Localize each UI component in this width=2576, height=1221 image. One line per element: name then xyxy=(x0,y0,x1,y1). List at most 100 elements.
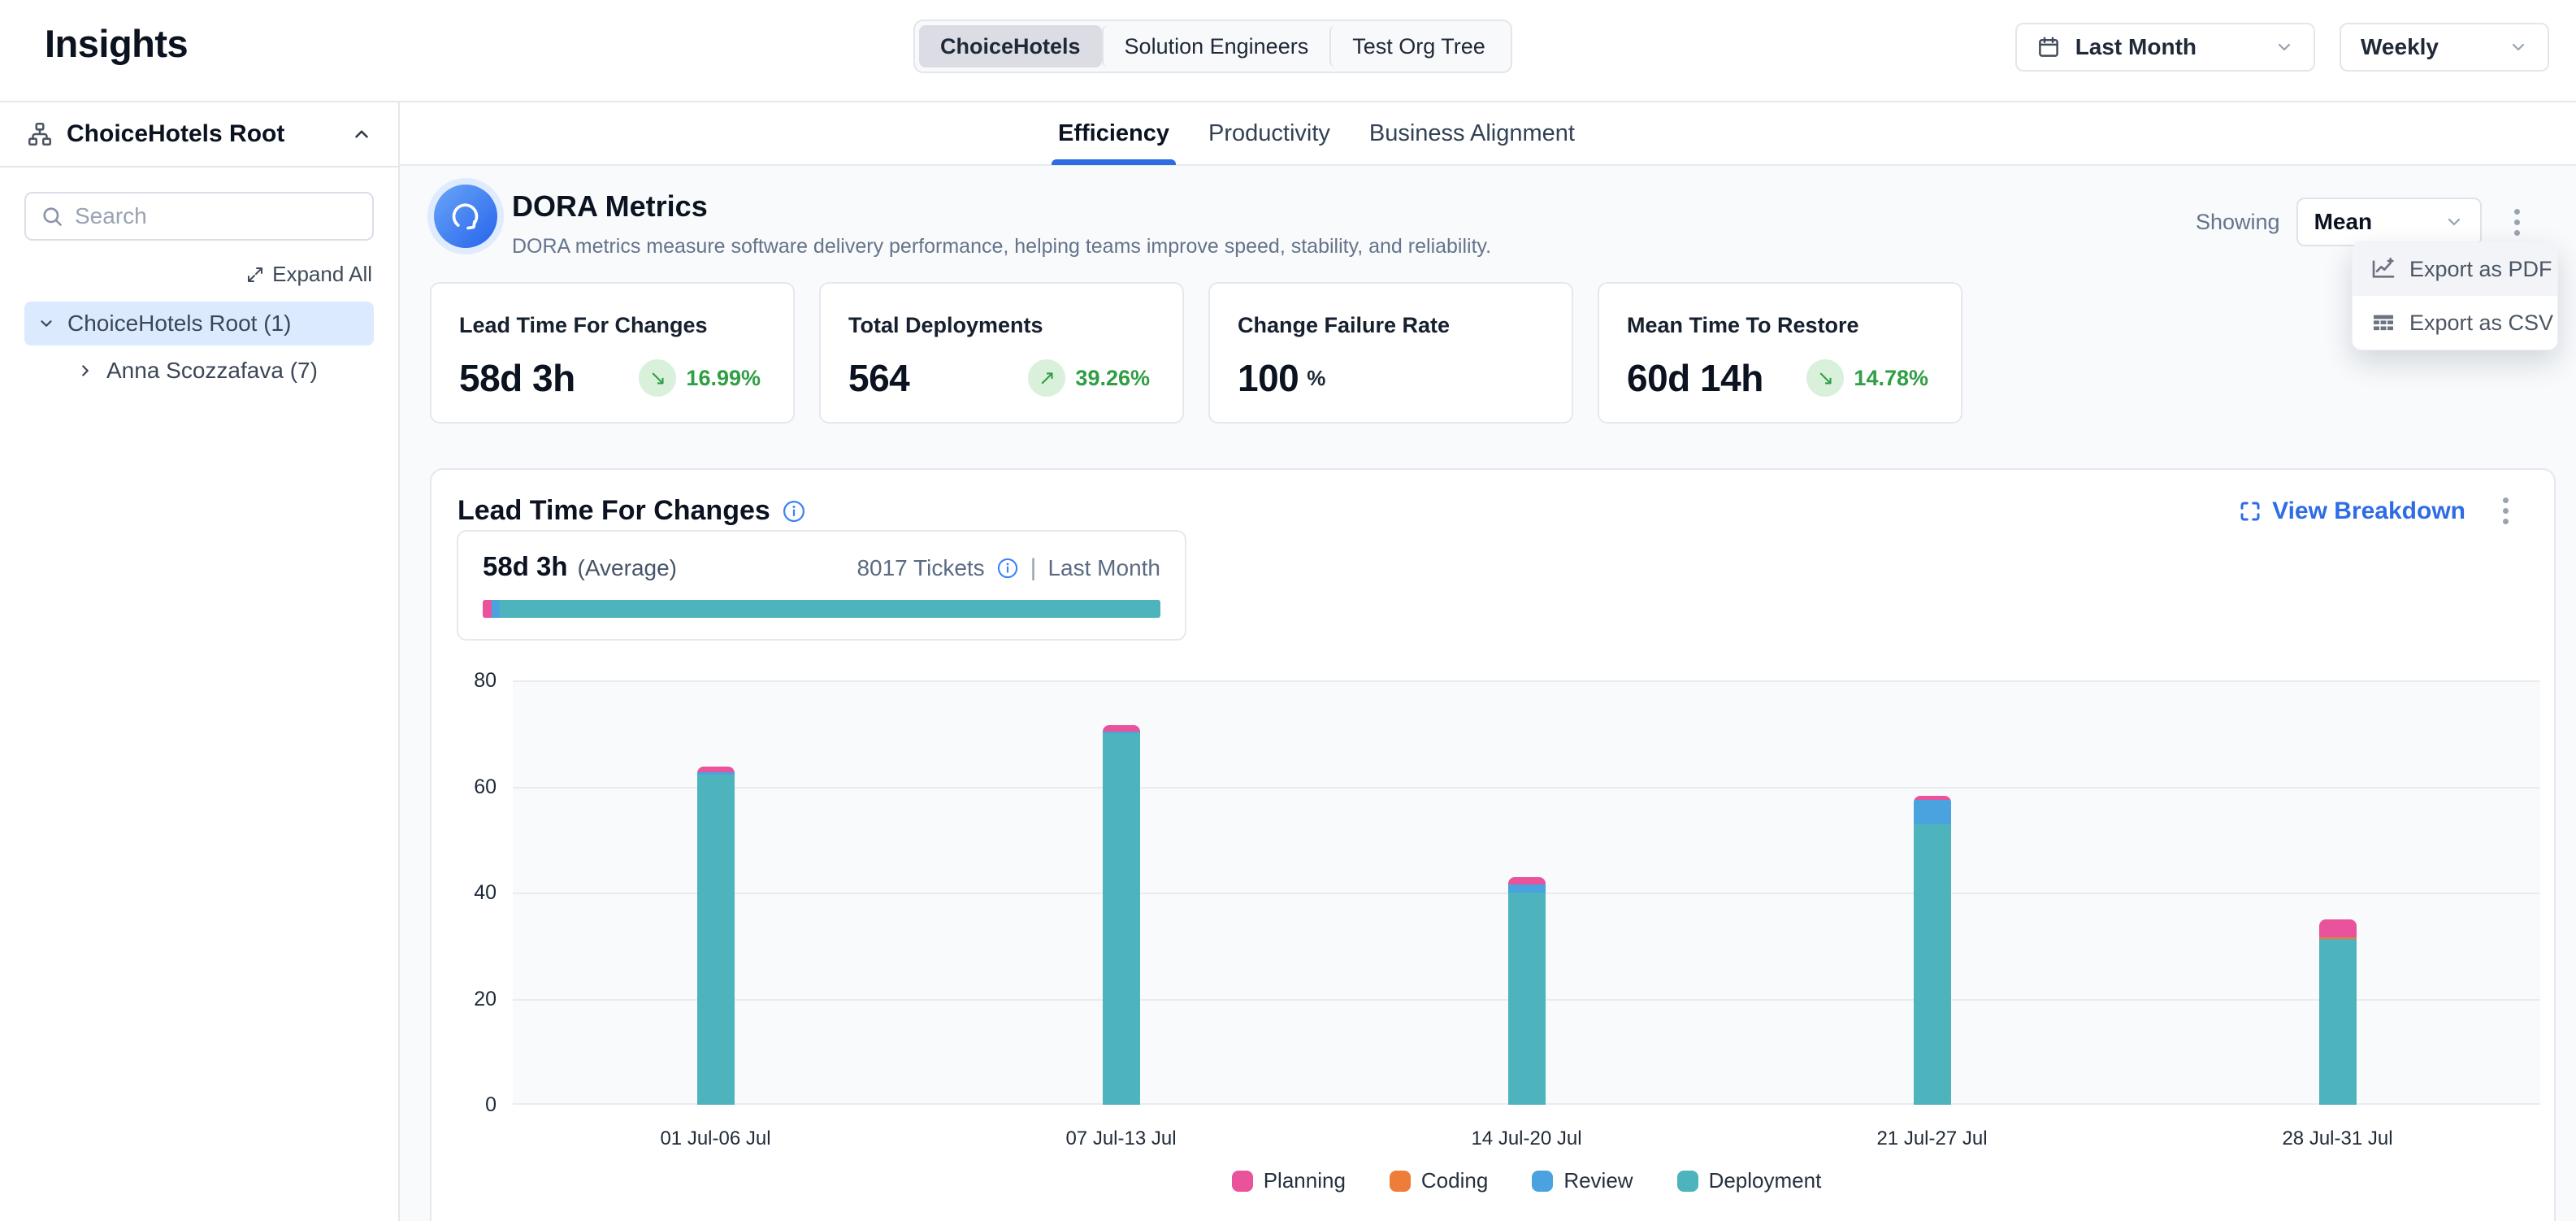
legend-label: Deployment xyxy=(1709,1168,1822,1193)
menu-item-export-as-pdf[interactable]: Export as PDF xyxy=(2353,242,2557,296)
lead-time-section: Lead Time For Changes View Breakdown 58d… xyxy=(430,468,2556,1221)
view-breakdown-button[interactable]: View Breakdown xyxy=(2238,498,2465,525)
metric-cards-row: Lead Time For Changes 58d 3h ↘ 16.99% Total … xyxy=(430,282,1962,424)
trend-down-arrow-icon: ↘ xyxy=(639,359,676,397)
x-axis-tick-label: 07 Jul-13 Jul xyxy=(991,1128,1251,1150)
legend-label: Review xyxy=(1563,1168,1633,1193)
legend-item-planning[interactable]: Planning xyxy=(1232,1168,1346,1193)
divider: | xyxy=(1030,554,1037,582)
x-axis-tick-label: 01 Jul-06 Jul xyxy=(586,1128,846,1150)
distribution-segment-deployment xyxy=(500,600,1160,618)
bar-segment-review xyxy=(1914,800,1951,825)
expand-all-icon xyxy=(245,265,265,285)
view-tabs: Efficiency Productivity Business Alignment xyxy=(400,102,2576,166)
legend-swatch xyxy=(1232,1171,1253,1192)
granularity-dropdown[interactable]: Weekly xyxy=(2340,23,2549,72)
average-summary-card: 58d 3h (Average) 8017 Tickets | Last Mon… xyxy=(457,530,1186,641)
dora-kebab-menu-button[interactable] xyxy=(2508,202,2526,242)
trend-percentage: 39.26% xyxy=(1075,366,1150,391)
metric-card-title: Change Failure Rate xyxy=(1238,313,1544,338)
menu-item-label: Export as CSV xyxy=(2409,311,2553,336)
legend-item-deployment[interactable]: Deployment xyxy=(1677,1168,1822,1193)
search-input[interactable] xyxy=(75,203,358,229)
page-title: Insights xyxy=(45,21,188,66)
bar-01-jul-06-jul[interactable] xyxy=(697,767,735,1105)
legend-item-review[interactable]: Review xyxy=(1532,1168,1633,1193)
metric-card-change-failure-rate: Change Failure Rate 100% xyxy=(1208,282,1573,424)
menu-item-export-as-csv[interactable]: Export as CSV xyxy=(2353,296,2557,350)
bar-segment-planning xyxy=(1103,725,1140,732)
trend-percentage: 16.99% xyxy=(686,366,761,391)
expand-all-label: Expand All xyxy=(272,262,372,287)
bar-segment-deployment xyxy=(1914,824,1951,1105)
top-bar: Insights ChoiceHotelsSolution EngineersT… xyxy=(0,0,2576,102)
metric-card-unit: % xyxy=(1307,366,1325,391)
granularity-value: Weekly xyxy=(2361,34,2439,60)
org-tree-sidebar: ChoiceHotels Root Expand All ChoiceHotel… xyxy=(0,102,400,1221)
chevron-down-icon[interactable] xyxy=(37,315,55,332)
section-title: Lead Time For Changes xyxy=(458,495,770,527)
insights-app: Insights ChoiceHotelsSolution EngineersT… xyxy=(0,0,2576,1221)
bar-14-jul-20-jul[interactable] xyxy=(1508,877,1546,1105)
metric-card-value-row: 58d 3h ↘ 16.99% xyxy=(459,356,765,400)
metric-card-value: 60d 14h xyxy=(1627,356,1763,400)
y-axis-tick-label: 40 xyxy=(432,880,497,905)
dora-description: DORA metrics measure software delivery p… xyxy=(512,235,1491,259)
tree-node-anna-scozzafava-7-[interactable]: Anna Scozzafava (7) xyxy=(24,349,374,393)
legend-swatch xyxy=(1532,1171,1553,1192)
metric-card-value: 100 xyxy=(1238,356,1299,400)
metric-card-value-row: 100% xyxy=(1238,356,1544,400)
dora-title: DORA Metrics xyxy=(512,189,1491,224)
expand-all-control[interactable]: Expand All xyxy=(0,241,398,298)
chevron-down-icon xyxy=(2509,37,2528,57)
sidebar-header[interactable]: ChoiceHotels Root xyxy=(0,102,398,167)
metric-card-title: Total Deployments xyxy=(848,313,1155,338)
phase-distribution-bar xyxy=(483,600,1160,618)
y-axis-tick-label: 80 xyxy=(432,668,497,693)
aggregation-dropdown[interactable]: Mean xyxy=(2296,198,2482,246)
x-axis-tick-label: 21 Jul-27 Jul xyxy=(1802,1128,2062,1150)
chevron-up-icon[interactable] xyxy=(351,124,372,145)
chevron-right-icon[interactable] xyxy=(76,362,94,380)
trend-badge: ↘14.78% xyxy=(1806,359,1933,397)
chevron-down-icon xyxy=(2275,37,2294,57)
bar-21-jul-27-jul[interactable] xyxy=(1914,796,1951,1105)
menu-item-label: Export as PDF xyxy=(2409,257,2552,282)
tab-efficiency[interactable]: Efficiency xyxy=(1058,102,1169,165)
y-axis-tick-label: 0 xyxy=(432,1093,497,1117)
search-icon xyxy=(41,205,63,228)
org-hierarchy-icon xyxy=(26,120,54,148)
metric-card-value: 58d 3h xyxy=(459,356,575,400)
trend-badge: ↘ 16.99% xyxy=(639,359,765,397)
tab-productivity[interactable]: Productivity xyxy=(1208,102,1330,165)
x-axis-tick-label: 14 Jul-20 Jul xyxy=(1397,1128,1657,1150)
export-menu: Export as PDF Export as CSV xyxy=(2352,241,2558,350)
org-tab-solution-engineers[interactable]: Solution Engineers xyxy=(1102,25,1330,67)
sidebar-search[interactable] xyxy=(24,192,374,241)
org-tab-choicehotels[interactable]: ChoiceHotels xyxy=(919,25,1102,67)
bar-segment-deployment xyxy=(2319,939,2357,1105)
metric-card-title: Lead Time For Changes xyxy=(459,313,765,338)
org-tab-test-org-tree[interactable]: Test Org Tree xyxy=(1329,25,1507,67)
section-kebab-menu-button[interactable] xyxy=(2496,491,2515,531)
chart-line-icon xyxy=(2370,256,2396,282)
org-switcher: ChoiceHotelsSolution EngineersTest Org T… xyxy=(913,20,1512,73)
tree-node-label: Anna Scozzafava (7) xyxy=(106,358,318,384)
bar-segment-planning xyxy=(1508,877,1546,884)
legend-item-coding[interactable]: Coding xyxy=(1390,1168,1488,1193)
bar-07-jul-13-jul[interactable] xyxy=(1103,725,1140,1105)
top-right-controls: Last Month Weekly xyxy=(2015,23,2549,72)
lead-time-chart: 02040608001 Jul-06 Jul07 Jul-13 Jul14 Ju… xyxy=(513,680,2540,1105)
bar-28-jul-31-jul[interactable] xyxy=(2319,919,2357,1105)
bar-segment-review xyxy=(1508,884,1546,893)
org-tree: ChoiceHotels Root (1) Anna Scozzafava (7) xyxy=(0,302,398,393)
bar-segment-deployment xyxy=(1508,893,1546,1105)
date-range-dropdown[interactable]: Last Month xyxy=(2015,23,2315,72)
legend-swatch xyxy=(1390,1171,1411,1192)
info-icon[interactable] xyxy=(996,557,1019,580)
info-icon[interactable] xyxy=(782,499,806,524)
tab-business-alignment[interactable]: Business Alignment xyxy=(1369,102,1575,165)
y-axis-tick-label: 60 xyxy=(432,775,497,799)
tree-node-choicehotels-root-1-[interactable]: ChoiceHotels Root (1) xyxy=(24,302,374,345)
summary-period: Last Month xyxy=(1047,555,1160,581)
